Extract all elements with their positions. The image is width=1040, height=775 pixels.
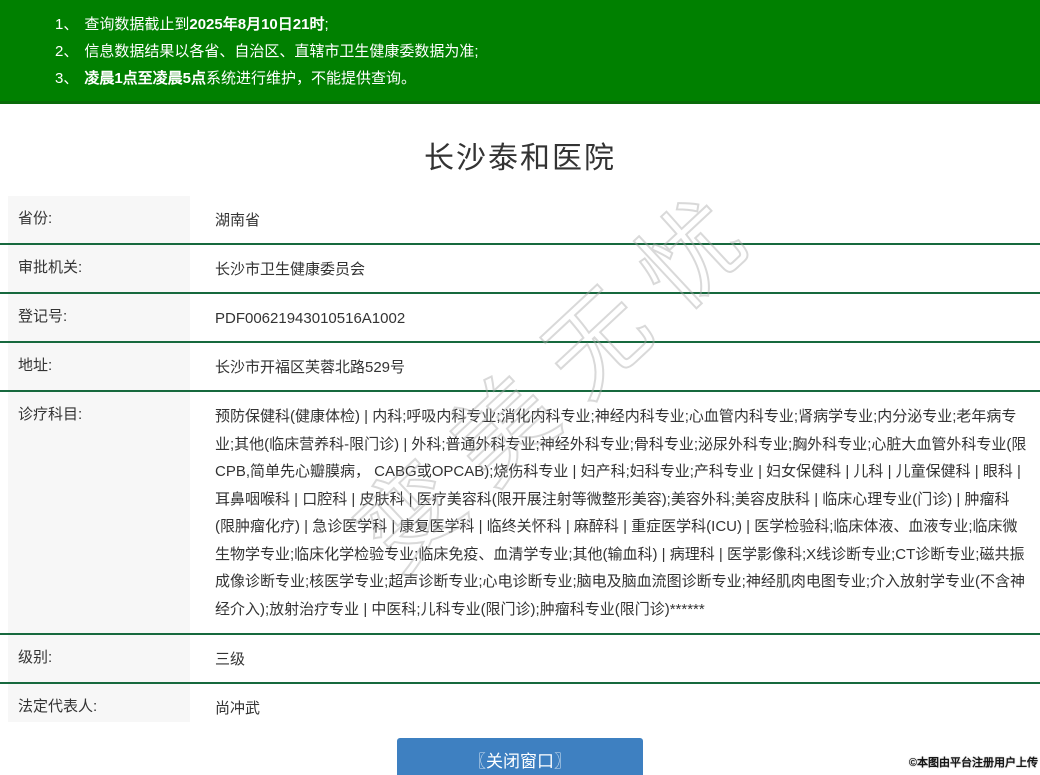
table-row: 诊疗科目: 预防保健科(健康体检) | 内科;呼吸内科专业;消化内科专业;神经内… [0, 392, 1040, 635]
notice-segment: 2025年8月10日21时 [189, 16, 325, 33]
row-value: 长沙市开福区芙蓉北路529号 [190, 343, 1040, 390]
row-label: 省份: [8, 196, 190, 243]
notice-banner: 1、 查询数据截止到2025年8月10日21时; 2、 信息数据结果以各省、自治区、… [0, 0, 1040, 104]
row-value: PDF00621943010516A1002 [190, 294, 1040, 341]
close-window-button[interactable]: 〖关闭窗口〗 [397, 738, 643, 775]
notice-segment: 信息数据结果以各省、自治区、直辖市卫生健康委数据为准; [84, 43, 479, 60]
table-row: 登记号: PDF00621943010516A1002 [0, 294, 1040, 343]
table-row: 审批机关: 长沙市卫生健康委员会 [0, 245, 1040, 294]
table-row: 级别: 三级 [0, 635, 1040, 684]
row-value: 长沙市卫生健康委员会 [190, 245, 1040, 292]
table-row: 省份: 湖南省 [0, 196, 1040, 245]
notice-line: 2、 信息数据结果以各省、自治区、直辖市卫生健康委数据为准; [55, 38, 1020, 65]
notice-text: 凌晨1点至凌晨5点系统进行维护，不能提供查询。 [84, 70, 416, 87]
notice-segment: 系统进行维护，不能提供查询。 [206, 70, 417, 87]
notice-number: 2、 [55, 43, 79, 60]
row-value: 预防保健科(健康体检) | 内科;呼吸内科专业;消化内科专业;神经内科专业;心血… [190, 392, 1040, 633]
notice-text: 查询数据截止到2025年8月10日21时; [84, 16, 328, 33]
notice-segment: 凌晨1点至凌晨5点 [84, 70, 207, 87]
notice-line: 1、 查询数据截止到2025年8月10日21时; [55, 11, 1020, 38]
row-label: 诊疗科目: [8, 392, 190, 633]
image-copyright-stamp: ©本图由平台注册用户上传 [908, 757, 1038, 769]
notice-segment: ; [324, 16, 329, 33]
row-value: 三级 [190, 635, 1040, 682]
hospital-name-title: 长沙泰和医院 [424, 142, 616, 175]
row-label: 登记号: [8, 294, 190, 341]
notice-number: 3、 [55, 70, 79, 87]
row-label: 地址: [8, 343, 190, 390]
row-label: 审批机关: [8, 245, 190, 292]
table-row: 地址: 长沙市开福区芙蓉北路529号 [0, 343, 1040, 392]
notice-text: 信息数据结果以各省、自治区、直辖市卫生健康委数据为准; [84, 43, 478, 60]
details-table: 省份: 湖南省 审批机关: 长沙市卫生健康委员会 登记号: PDF0062194… [0, 196, 1040, 733]
row-label: 级别: [8, 635, 190, 682]
hospital-query-page: 1、 查询数据截止到2025年8月10日21时; 2、 信息数据结果以各省、自治区、… [0, 0, 1040, 775]
footer-bar: 〖关闭窗口〗 ©本图由平台注册用户上传 [0, 722, 1040, 775]
notice-segment: 查询数据截止到 [84, 16, 190, 33]
row-value: 湖南省 [190, 196, 1040, 243]
notice-line: 3、 凌晨1点至凌晨5点系统进行维护，不能提供查询。 [55, 65, 1020, 92]
notice-number: 1、 [55, 16, 79, 33]
